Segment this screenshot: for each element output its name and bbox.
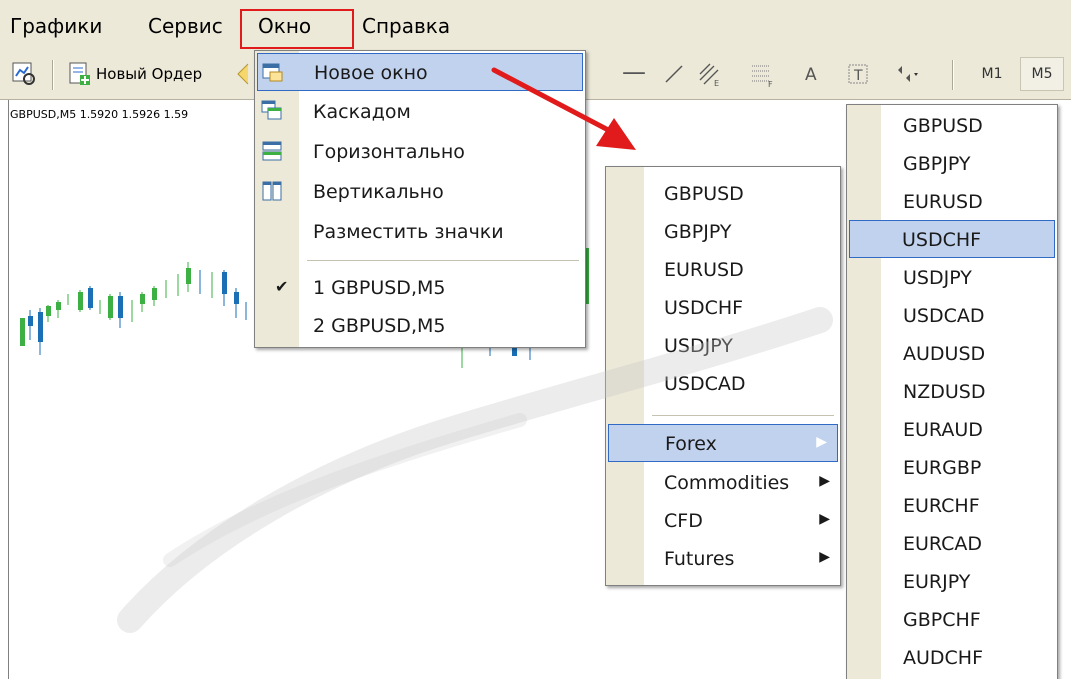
annotation-arrow — [491, 67, 636, 150]
